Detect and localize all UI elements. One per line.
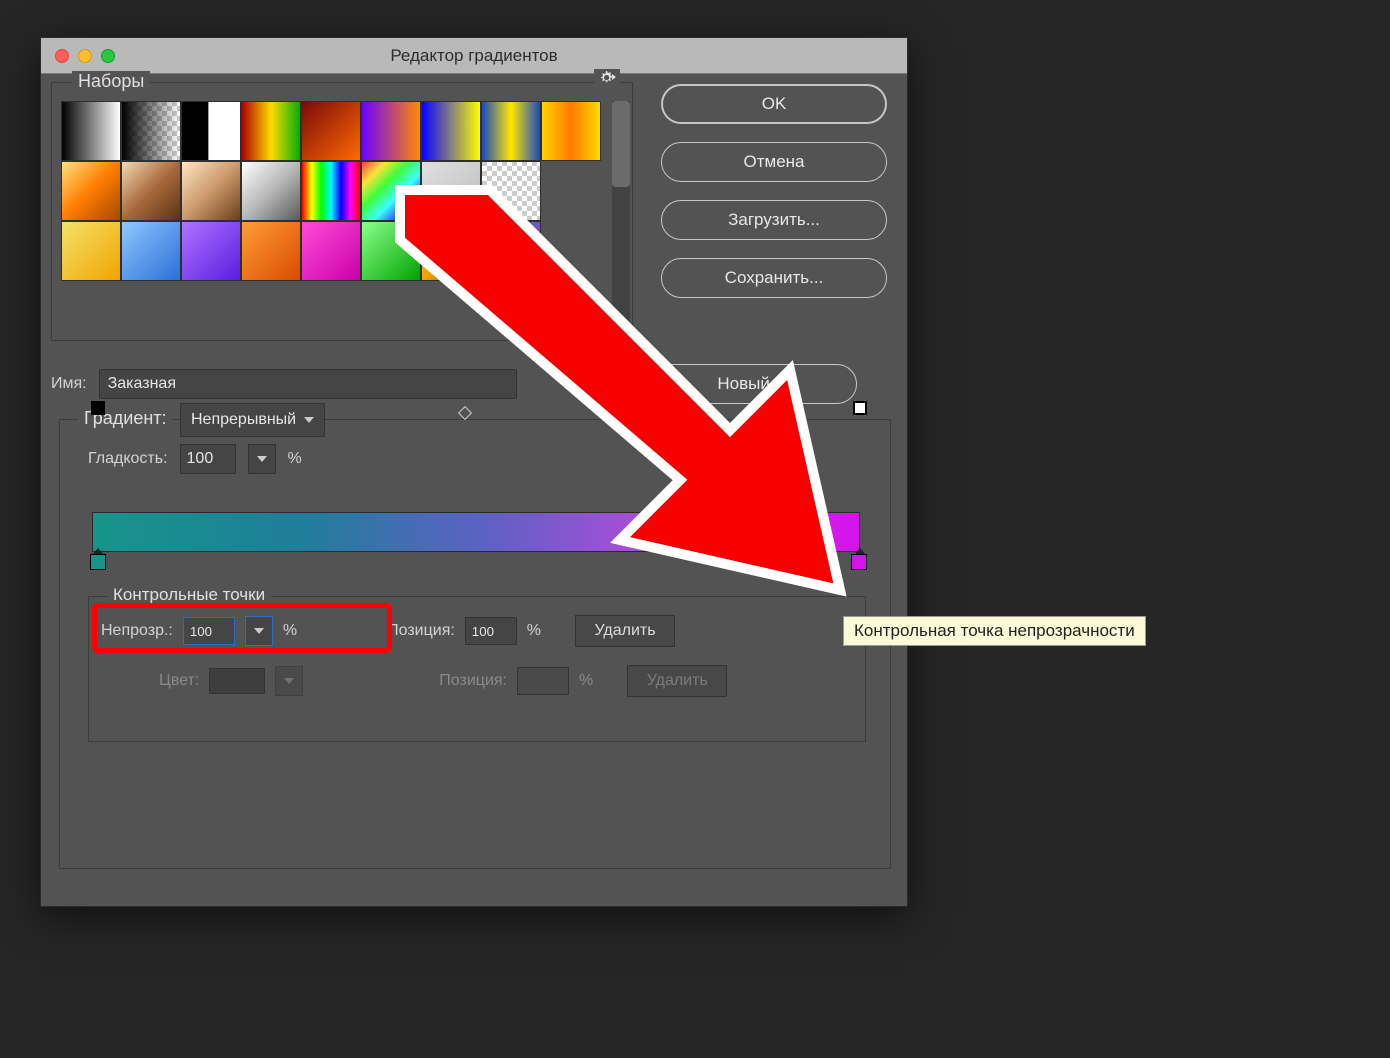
preset-swatch[interactable] — [181, 221, 241, 281]
scrollbar-thumb[interactable] — [612, 101, 630, 187]
preset-swatch[interactable] — [481, 161, 541, 221]
save-button[interactable]: Сохранить... — [661, 258, 887, 298]
gradient-preview-bar[interactable] — [92, 512, 860, 552]
position-label: Позиция: — [387, 622, 455, 640]
color-stepper[interactable] — [275, 666, 303, 696]
preset-swatch[interactable] — [121, 221, 181, 281]
stops-group-label: Контрольные точки — [107, 585, 271, 605]
gradient-type-value: Непрерывный — [191, 411, 296, 429]
gradient-group: Градиент: Непрерывный Гладкость: % — [59, 419, 891, 869]
opacity-stop-left[interactable] — [91, 401, 105, 415]
preset-swatch[interactable] — [421, 221, 481, 281]
preset-swatch[interactable] — [361, 161, 421, 221]
preset-swatch[interactable] — [541, 221, 601, 281]
load-button[interactable]: Загрузить... — [661, 200, 887, 240]
percent-label: % — [288, 450, 302, 468]
preset-swatch[interactable] — [481, 101, 541, 161]
delete-opacity-stop-button[interactable]: Удалить — [575, 615, 675, 647]
titlebar: Редактор градиентов — [41, 38, 907, 74]
preset-swatches[interactable] — [61, 101, 602, 281]
position2-input[interactable] — [517, 667, 569, 695]
name-label: Имя: — [51, 375, 87, 393]
color-label: Цвет: — [159, 672, 199, 690]
preset-swatch[interactable] — [181, 161, 241, 221]
preset-swatch[interactable] — [181, 101, 241, 161]
preset-swatch[interactable] — [61, 221, 121, 281]
presets-group: Наборы — [51, 82, 633, 341]
smoothness-stepper[interactable] — [248, 444, 276, 474]
position2-label: Позиция: — [439, 672, 507, 690]
preset-swatch[interactable] — [241, 101, 301, 161]
chevron-down-icon — [284, 678, 294, 684]
new-button[interactable]: Новый — [631, 364, 857, 404]
smoothness-label: Гладкость: — [88, 450, 168, 468]
preset-scrollbar[interactable] — [612, 101, 630, 331]
percent-label: % — [527, 622, 541, 640]
color-stop-left[interactable] — [90, 554, 106, 570]
preset-swatch[interactable] — [61, 101, 121, 161]
preset-swatch[interactable] — [361, 101, 421, 161]
name-row: Имя: Новый — [51, 364, 857, 404]
opacity-stop-right[interactable] — [853, 401, 867, 415]
percent-label: % — [579, 672, 593, 690]
preset-swatch[interactable] — [481, 221, 541, 281]
cancel-button[interactable]: Отмена — [661, 142, 887, 182]
presets-label: Наборы — [72, 71, 150, 92]
color-well[interactable] — [209, 668, 265, 694]
preset-swatch[interactable] — [301, 101, 361, 161]
gradient-type-select[interactable]: Непрерывный — [180, 403, 325, 437]
stops-group: Контрольные точки Непрозр.: % Позиция: %… — [88, 596, 866, 742]
chevron-down-icon — [257, 456, 267, 462]
position-input[interactable] — [465, 617, 517, 645]
tooltip: Контрольная точка непрозрачности — [843, 616, 1146, 646]
highlight-box — [92, 603, 392, 653]
preset-swatch[interactable] — [361, 221, 421, 281]
color-row: Цвет: Позиция: % Удалить — [101, 665, 727, 697]
preset-swatch[interactable] — [121, 161, 181, 221]
ok-button[interactable]: OK — [661, 84, 887, 124]
midpoint-diamond-icon[interactable] — [458, 406, 472, 420]
smoothness-input[interactable] — [180, 444, 236, 474]
preset-swatch[interactable] — [421, 161, 481, 221]
preset-swatch[interactable] — [241, 161, 301, 221]
preset-swatch[interactable] — [301, 161, 361, 221]
preset-swatch[interactable] — [541, 101, 601, 161]
preset-swatch[interactable] — [241, 221, 301, 281]
preset-swatch[interactable] — [61, 161, 121, 221]
dialog-body: Наборы — [41, 74, 907, 106]
name-input[interactable] — [99, 369, 517, 399]
color-stop-right[interactable] — [851, 554, 867, 570]
preset-swatch[interactable] — [121, 101, 181, 161]
gradient-editor-dialog: Редактор градиентов Наборы — [40, 37, 908, 907]
preset-swatch[interactable] — [301, 221, 361, 281]
preset-swatch[interactable] — [541, 161, 601, 221]
window-title: Редактор градиентов — [41, 46, 907, 66]
smoothness-row: Гладкость: % — [88, 444, 302, 474]
delete-color-stop-button: Удалить — [627, 665, 727, 697]
preset-swatch[interactable] — [421, 101, 481, 161]
chevron-down-icon — [304, 417, 314, 423]
action-buttons: OK Отмена Загрузить... Сохранить... — [661, 84, 887, 298]
gear-icon[interactable] — [594, 69, 620, 90]
